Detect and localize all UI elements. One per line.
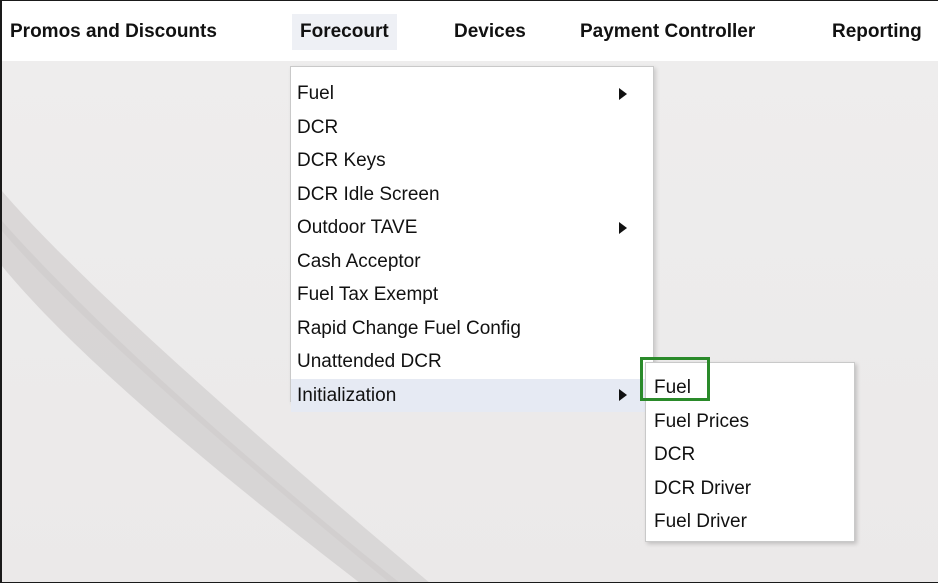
forecourt-dropdown-menu: Fuel DCR DCR Keys DCR Idle Screen Outdoo… bbox=[290, 66, 654, 412]
forecourt-menu-item-fuel[interactable]: Fuel bbox=[291, 77, 653, 111]
menu-item-label: Fuel bbox=[297, 83, 334, 104]
menu-item-label: DCR Keys bbox=[297, 150, 386, 171]
menu-devices[interactable]: Devices bbox=[446, 14, 534, 50]
menu-item-label: Rapid Change Fuel Config bbox=[297, 317, 521, 339]
initialization-menu-item-fuel-prices[interactable]: Fuel Prices bbox=[646, 405, 854, 439]
forecourt-menu-item-outdoor-tave[interactable]: Outdoor TAVE bbox=[291, 211, 653, 245]
main-menubar: Promos and Discounts Forecourt Devices P… bbox=[2, 1, 938, 61]
initialization-menu-item-fuel[interactable]: Fuel bbox=[646, 371, 854, 405]
menu-item-label: Unattended DCR bbox=[297, 351, 442, 372]
menu-item-label: Fuel Tax Exempt bbox=[297, 284, 439, 305]
menu-item-label: DCR bbox=[654, 444, 696, 465]
menu-item-label: Cash Acceptor bbox=[297, 250, 421, 272]
menu-forecourt[interactable]: Forecourt bbox=[292, 14, 397, 50]
submenu-arrow-icon bbox=[619, 389, 627, 402]
forecourt-menu-item-dcr-keys[interactable]: DCR Keys bbox=[291, 144, 653, 178]
forecourt-menu-item-cash-acceptor[interactable]: Cash Acceptor bbox=[291, 245, 653, 279]
menu-reporting[interactable]: Reporting bbox=[824, 14, 930, 50]
menu-item-label: Fuel bbox=[654, 377, 691, 398]
forecourt-menu-item-dcr[interactable]: DCR bbox=[291, 111, 653, 145]
menu-item-label: Fuel Prices bbox=[654, 410, 750, 432]
submenu-arrow-icon bbox=[619, 87, 627, 100]
initialization-menu-item-dcr-driver[interactable]: DCR Driver bbox=[646, 472, 854, 506]
menu-item-label: Fuel Driver bbox=[654, 511, 747, 532]
forecourt-menu-item-fuel-tax-exempt[interactable]: Fuel Tax Exempt bbox=[291, 278, 653, 312]
menu-item-label: DCR Driver bbox=[654, 477, 752, 499]
initialization-menu-item-dcr[interactable]: DCR bbox=[646, 438, 854, 472]
menu-item-label: DCR bbox=[297, 116, 339, 138]
menu-item-label: DCR Idle Screen bbox=[297, 183, 440, 205]
menu-item-label: Initialization bbox=[297, 384, 397, 406]
submenu-arrow-icon bbox=[619, 221, 627, 234]
initialization-submenu: Fuel Fuel Prices DCR DCR Driver Fuel Dri… bbox=[645, 362, 855, 542]
forecourt-menu-item-unattended-dcr[interactable]: Unattended DCR bbox=[291, 345, 653, 379]
forecourt-menu-item-rapid-change-fuel-config[interactable]: Rapid Change Fuel Config bbox=[291, 312, 653, 346]
forecourt-menu-item-dcr-idle-screen[interactable]: DCR Idle Screen bbox=[291, 178, 653, 212]
application-window: Promos and Discounts Forecourt Devices P… bbox=[0, 0, 938, 583]
menu-payment-controller[interactable]: Payment Controller bbox=[572, 14, 763, 50]
menu-item-label: Outdoor TAVE bbox=[297, 217, 418, 238]
forecourt-menu-item-initialization[interactable]: Initialization bbox=[291, 378, 653, 412]
menu-promos-and-discounts[interactable]: Promos and Discounts bbox=[2, 14, 225, 50]
initialization-menu-item-fuel-driver[interactable]: Fuel Driver bbox=[646, 505, 854, 539]
